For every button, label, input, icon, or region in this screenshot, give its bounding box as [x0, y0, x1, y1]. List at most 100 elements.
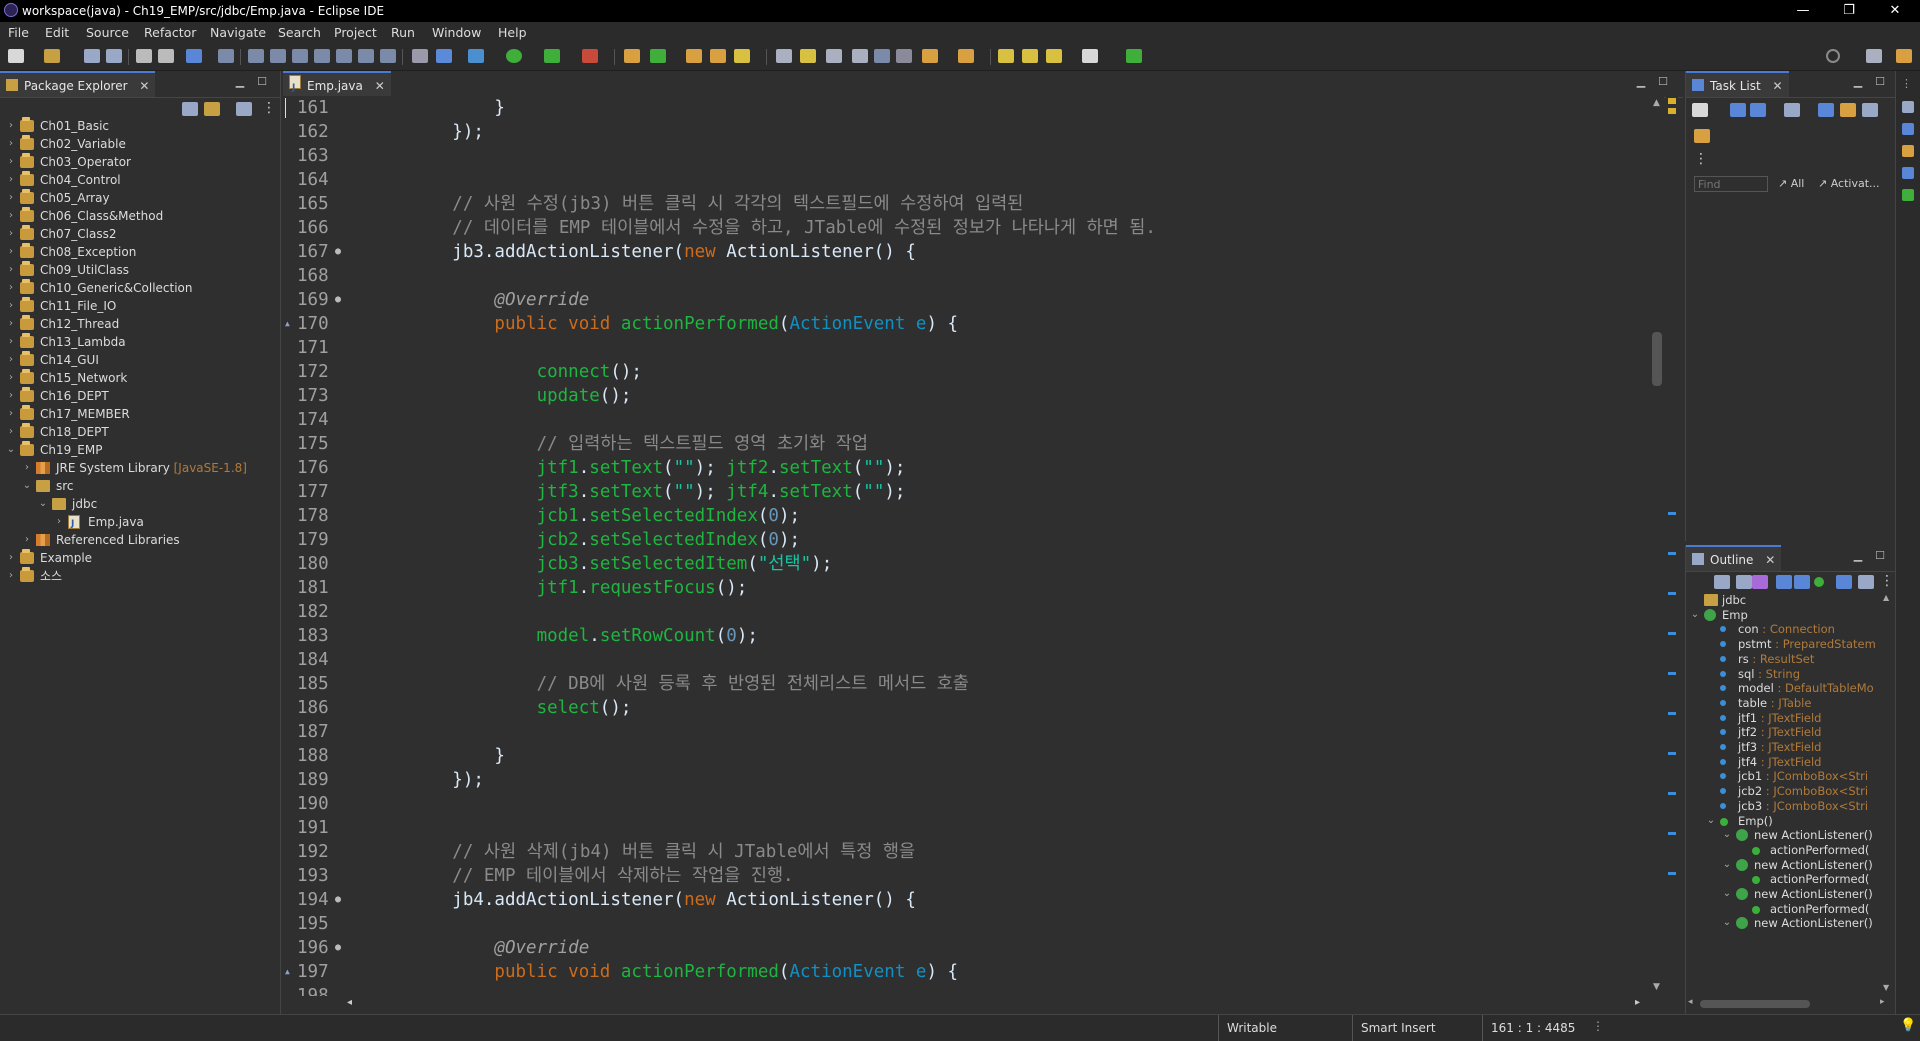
code-line[interactable]: 181 jtf1.requestFocus();	[283, 576, 1650, 600]
toggle-mark-occurrences-icon[interactable]	[776, 49, 792, 63]
debug-icon[interactable]	[468, 49, 484, 63]
code-line[interactable]: 197 ▲ public void actionPerformed(ActionE…	[283, 960, 1650, 984]
open-perspective-icon[interactable]	[1866, 49, 1882, 63]
fold-marker-icon[interactable]: ●	[335, 288, 341, 312]
code-line[interactable]: 169 ● @Override	[283, 288, 1650, 312]
filters-icon[interactable]	[236, 102, 252, 116]
occurrence-marker[interactable]	[1668, 672, 1676, 675]
forward-icon[interactable]	[1082, 49, 1098, 63]
tree-item[interactable]: › Ch16_DEPT	[0, 387, 280, 405]
code-line[interactable]: 196 ● @Override	[283, 936, 1650, 960]
tree-item[interactable]: ⌄ src	[0, 477, 280, 495]
minimize-view-icon[interactable]: ▁	[1852, 550, 1864, 561]
tab-emp-java[interactable]: Emp.java ✕	[283, 71, 391, 101]
chevron-right-icon[interactable]: ›	[6, 567, 16, 585]
menu-search[interactable]: Search	[272, 24, 327, 42]
terminal-icon[interactable]	[186, 49, 202, 63]
redo-icon[interactable]	[158, 49, 174, 63]
focus-icon[interactable]	[1840, 103, 1856, 117]
tree-item[interactable]: › Emp.java	[0, 513, 280, 533]
declaration-icon[interactable]	[1902, 167, 1914, 179]
occurrence-marker[interactable]	[1668, 872, 1676, 875]
maximize-view-icon[interactable]: ☐	[256, 76, 268, 87]
tree-item[interactable]: ⌄ Ch19_EMP	[0, 441, 280, 459]
link-with-editor-icon[interactable]	[204, 102, 220, 116]
code-line[interactable]: 164	[283, 168, 1650, 192]
scroll-left-icon[interactable]: ◂	[1688, 997, 1693, 1007]
chevron-right-icon[interactable]: ›	[6, 135, 16, 153]
code-line[interactable]: 179 jcb2.setSelectedIndex(0);	[283, 528, 1650, 552]
javadoc-icon[interactable]	[1902, 145, 1914, 157]
chevron-right-icon[interactable]: ›	[6, 261, 16, 279]
restore-icon[interactable]	[1902, 101, 1914, 113]
disconnect-icon[interactable]	[314, 49, 330, 63]
tree-item[interactable]: › Ch11_File_IO	[0, 297, 280, 315]
scroll-right-icon[interactable]: ▸	[1880, 997, 1885, 1007]
close-icon[interactable]: ✕	[1765, 553, 1775, 567]
activate-link[interactable]: ↗ Activat...	[1818, 177, 1880, 190]
code-line[interactable]: 167 ● jb3.addActionListener(new ActionLis…	[283, 240, 1650, 264]
chevron-down-icon[interactable]: ⌄	[1722, 887, 1732, 901]
outline-scrollbar[interactable]: ▲ ▼	[1882, 593, 1892, 995]
maximize-view-icon[interactable]: ☐	[1874, 76, 1886, 87]
tree-item[interactable]: › Ch01_Basic	[0, 117, 280, 135]
link-with-editor-icon[interactable]	[1836, 575, 1852, 589]
tree-item[interactable]: › Ch05_Array	[0, 189, 280, 207]
all-filter-link[interactable]: ↗ All	[1778, 177, 1804, 190]
occurrence-marker[interactable]	[1668, 552, 1676, 555]
tree-item[interactable]: › Ch10_Generic&Collection	[0, 279, 280, 297]
highlight-icon[interactable]	[800, 49, 816, 63]
hide-local-types-icon[interactable]	[1814, 577, 1824, 587]
filters-icon[interactable]	[1858, 575, 1874, 589]
close-icon[interactable]: ✕	[375, 79, 385, 93]
step-into-icon[interactable]	[336, 49, 352, 63]
chevron-right-icon[interactable]: ›	[6, 423, 16, 441]
warning-marker[interactable]	[1668, 108, 1676, 114]
chevron-down-icon[interactable]: ⌄	[1722, 858, 1732, 872]
code-line[interactable]: 176 jtf1.setText(""); jtf2.setText("");	[283, 456, 1650, 480]
chevron-right-icon[interactable]: ›	[6, 315, 16, 333]
synchronize-icon[interactable]	[1818, 103, 1834, 117]
scroll-up-icon[interactable]: ▲	[1883, 593, 1889, 602]
tree-item[interactable]: › Ch17_MEMBER	[0, 405, 280, 423]
tree-item[interactable]: › Ch09_UtilClass	[0, 261, 280, 279]
code-line[interactable]: 184	[283, 648, 1650, 672]
tree-item[interactable]: › Ch02_Variable	[0, 135, 280, 153]
chevron-right-icon[interactable]: ›	[6, 333, 16, 351]
search-icon[interactable]	[1826, 49, 1840, 63]
scroll-right-icon[interactable]: ▸	[1635, 997, 1640, 1008]
outline-hscrollbar[interactable]: ◂ ▸	[1686, 997, 1892, 1011]
tree-item[interactable]: › Ch04_Control	[0, 171, 280, 189]
tree-item[interactable]: › Ch03_Operator	[0, 153, 280, 171]
code-line[interactable]: 170 ▲ public void actionPerformed(ActionE…	[283, 312, 1650, 336]
fold-marker-icon[interactable]: ●	[335, 888, 341, 912]
code-line[interactable]: 188 }	[283, 744, 1650, 768]
view-menu-icon[interactable]: ⋮	[1901, 77, 1912, 90]
menu-source[interactable]: Source	[80, 24, 135, 42]
minimize-button[interactable]: —	[1780, 0, 1826, 22]
use-step-filters-icon[interactable]	[436, 49, 452, 63]
code-line[interactable]: 189 });	[283, 768, 1650, 792]
chevron-down-icon[interactable]: ⌄	[38, 495, 48, 513]
editor-horizontal-scrollbar[interactable]: ◂ ▸	[283, 996, 1650, 1010]
console-icon[interactable]	[1902, 189, 1914, 201]
show-whitespace-icon[interactable]	[896, 49, 912, 63]
step-over-icon[interactable]	[358, 49, 374, 63]
outline-item[interactable]: ⌄ new ActionListener()	[1686, 916, 1886, 934]
tree-item[interactable]: › 소스	[0, 567, 280, 585]
chevron-down-icon[interactable]: ⌄	[22, 477, 32, 495]
drop-to-frame-icon[interactable]	[412, 49, 428, 63]
code-line[interactable]: 174	[283, 408, 1650, 432]
minimize-view-icon[interactable]: ▁	[1852, 76, 1864, 87]
save-icon[interactable]	[84, 49, 100, 63]
coverage-icon[interactable]	[544, 49, 560, 63]
code-line[interactable]: 163	[283, 144, 1650, 168]
hide-non-public-icon[interactable]	[1794, 575, 1810, 589]
tip-lightbulb-icon[interactable]: 💡	[1900, 1018, 1916, 1033]
code-line[interactable]: 191	[283, 816, 1650, 840]
chevron-down-icon[interactable]: ⌄	[1722, 828, 1732, 842]
occurrence-marker[interactable]	[1668, 512, 1676, 515]
chevron-right-icon[interactable]: ›	[6, 405, 16, 423]
maximize-editor-icon[interactable]: ☐	[1657, 76, 1669, 87]
menu-window[interactable]: Window	[426, 24, 487, 42]
